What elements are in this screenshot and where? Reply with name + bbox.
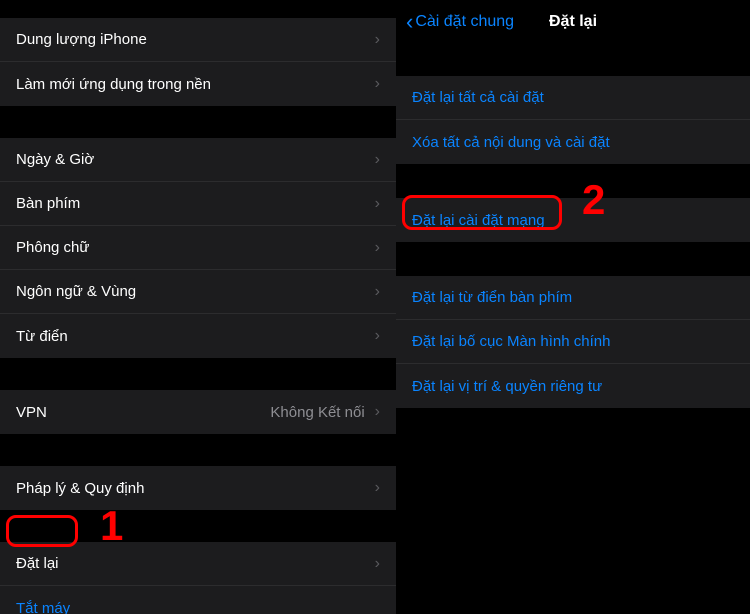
chevron-right-icon: › [375,479,380,497]
row-reset-location-privacy[interactable]: Đặt lại vị trí & quyền riêng tư [396,364,750,408]
chevron-right-icon: › [375,151,380,169]
row-label: Đặt lại tất cả cài đặt [412,89,734,106]
row-label: Từ điển [16,328,375,345]
page-title: Đặt lại [549,13,597,31]
group-reset-network: Đặt lại cài đặt mạng [396,198,750,242]
top-bar [0,0,396,14]
row-keyboard[interactable]: Bàn phím › [0,182,396,226]
row-erase-all[interactable]: Xóa tất cả nội dung và cài đặt [396,120,750,164]
chevron-right-icon: › [375,239,380,257]
group-storage: Dung lượng iPhone › Làm mới ứng dụng tro… [0,18,396,106]
chevron-right-icon: › [375,555,380,573]
row-label: Đặt lại vị trí & quyền riêng tư [412,378,734,395]
row-label: Phông chữ [16,239,375,256]
row-label: Ngày & Giờ [16,151,375,168]
row-shutdown[interactable]: Tắt máy [0,586,396,614]
row-language-region[interactable]: Ngôn ngữ & Vùng › [0,270,396,314]
row-label: Đặt lại bố cục Màn hình chính [412,333,734,350]
settings-panel-left: Dung lượng iPhone › Làm mới ứng dụng tro… [0,0,396,614]
row-reset-keyboard-dict[interactable]: Đặt lại từ điển bàn phím [396,276,750,320]
chevron-right-icon: › [375,75,380,93]
group-vpn: VPN Không Kết nối › [0,390,396,434]
chevron-right-icon: › [375,31,380,49]
row-legal[interactable]: Pháp lý & Quy định › [0,466,396,510]
row-fonts[interactable]: Phông chữ › [0,226,396,270]
chevron-right-icon: › [375,327,380,345]
chevron-left-icon: ‹ [406,11,413,33]
row-reset-all-settings[interactable]: Đặt lại tất cả cài đặt [396,76,750,120]
vpn-status: Không Kết nối [270,404,364,421]
row-label: Ngôn ngữ & Vùng [16,283,375,300]
group-localization: Ngày & Giờ › Bàn phím › Phông chữ › Ngôn… [0,138,396,358]
row-reset-home-layout[interactable]: Đặt lại bố cục Màn hình chính [396,320,750,364]
row-reset[interactable]: Đặt lại › [0,542,396,586]
row-label: Bàn phím [16,195,375,212]
row-iphone-storage[interactable]: Dung lượng iPhone › [0,18,396,62]
row-dictionary[interactable]: Từ điển › [0,314,396,358]
row-label: Dung lượng iPhone [16,31,375,48]
group-legal: Pháp lý & Quy định › [0,466,396,510]
chevron-right-icon: › [375,283,380,301]
row-reset-network[interactable]: Đặt lại cài đặt mạng [396,198,750,242]
row-label: VPN [16,404,270,421]
nav-header: ‹ Cài đặt chung Đặt lại [396,0,750,44]
row-label: Pháp lý & Quy định [16,480,375,497]
row-label: Đặt lại cài đặt mạng [412,212,734,229]
chevron-right-icon: › [375,403,380,421]
row-label: Xóa tất cả nội dung và cài đặt [412,134,734,151]
row-date-time[interactable]: Ngày & Giờ › [0,138,396,182]
group-reset-main: Đặt lại tất cả cài đặt Xóa tất cả nội du… [396,76,750,164]
reset-panel-right: ‹ Cài đặt chung Đặt lại Đặt lại tất cả c… [396,0,750,614]
group-reset: Đặt lại › Tắt máy [0,542,396,614]
row-label: Đặt lại từ điển bàn phím [412,289,734,306]
chevron-right-icon: › [375,195,380,213]
row-label: Đặt lại [16,555,375,572]
group-reset-other: Đặt lại từ điển bàn phím Đặt lại bố cục … [396,276,750,408]
row-label: Làm mới ứng dụng trong nền [16,76,375,93]
back-button[interactable]: ‹ Cài đặt chung [406,11,514,33]
row-background-refresh[interactable]: Làm mới ứng dụng trong nền › [0,62,396,106]
back-label: Cài đặt chung [415,13,514,31]
row-label: Tắt máy [16,600,380,614]
row-vpn[interactable]: VPN Không Kết nối › [0,390,396,434]
